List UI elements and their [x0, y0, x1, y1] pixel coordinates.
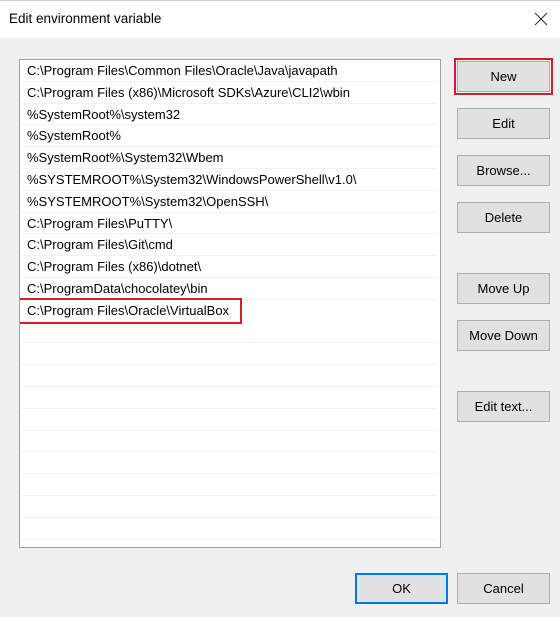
ok-button[interactable]: OK: [355, 573, 448, 604]
path-list-item[interactable]: C:\Program Files\PuTTY\: [22, 213, 438, 235]
path-list-item[interactable]: %SystemRoot%\system32: [22, 104, 438, 126]
path-list-empty-row[interactable]: [22, 365, 438, 387]
path-list[interactable]: C:\Program Files\Common Files\Oracle\Jav…: [19, 59, 441, 548]
path-list-empty-row[interactable]: [22, 496, 438, 518]
path-list-item[interactable]: C:\Program Files\Common Files\Oracle\Jav…: [22, 60, 438, 82]
path-list-item[interactable]: C:\Program Files\Oracle\VirtualBox: [20, 297, 242, 324]
path-list-empty-row[interactable]: [22, 343, 438, 366]
path-list-item[interactable]: C:\Program Files\Git\cmd: [22, 234, 438, 257]
path-list-item[interactable]: %SystemRoot%: [22, 125, 438, 148]
path-list-empty-row[interactable]: [22, 322, 438, 344]
path-list-empty-row[interactable]: [22, 518, 438, 540]
path-list-item[interactable]: C:\Program Files (x86)\dotnet\: [22, 256, 438, 278]
close-button[interactable]: [526, 5, 556, 33]
browse-button[interactable]: Browse...: [457, 155, 550, 186]
new-button[interactable]: New: [454, 58, 553, 95]
path-list-item[interactable]: C:\ProgramData\chocolatey\bin: [22, 278, 438, 300]
close-icon: [534, 12, 548, 26]
path-list-item[interactable]: %SYSTEMROOT%\System32\OpenSSH\: [22, 191, 438, 213]
edit-text-button[interactable]: Edit text...: [457, 391, 550, 422]
path-list-item[interactable]: %SystemRoot%\System32\Wbem: [22, 147, 438, 169]
edit-button[interactable]: Edit: [457, 108, 550, 139]
move-up-button[interactable]: Move Up: [457, 273, 550, 304]
title-bar: Edit environment variable: [0, 0, 560, 38]
window-title: Edit environment variable: [9, 11, 162, 26]
delete-button[interactable]: Delete: [457, 202, 550, 233]
path-list-empty-row[interactable]: [22, 431, 438, 453]
path-list-empty-row[interactable]: [22, 409, 438, 431]
path-list-item[interactable]: C:\Program Files (x86)\Microsoft SDKs\Az…: [22, 82, 438, 104]
path-list-empty-row[interactable]: [22, 452, 438, 475]
cancel-button[interactable]: Cancel: [457, 573, 550, 604]
path-list-empty-row[interactable]: [22, 387, 438, 409]
path-list-empty-row[interactable]: [22, 474, 438, 496]
move-down-button[interactable]: Move Down: [457, 320, 550, 351]
path-list-item[interactable]: %SYSTEMROOT%\System32\WindowsPowerShell\…: [22, 169, 438, 191]
